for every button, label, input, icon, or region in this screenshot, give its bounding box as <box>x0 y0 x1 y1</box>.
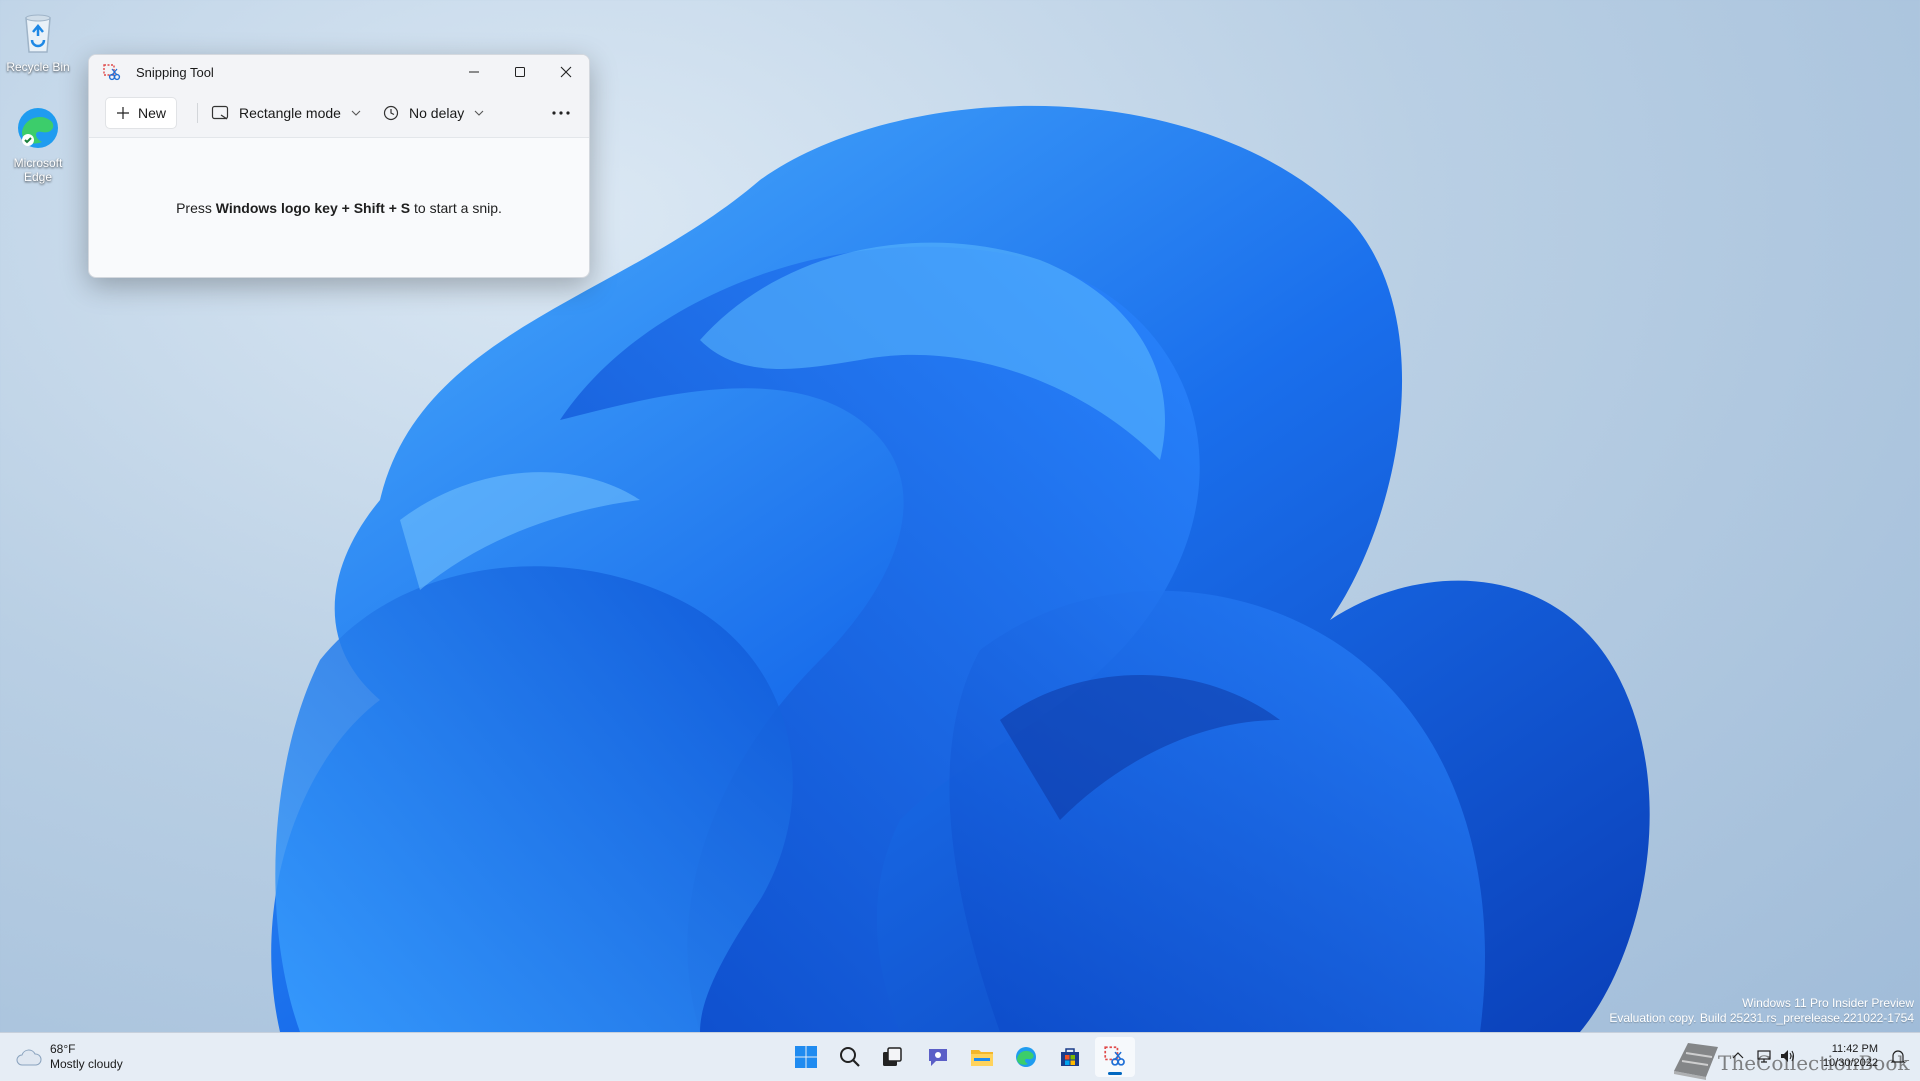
snipping-tool-window: Snipping Tool New Rectangle mode No dela… <box>88 54 590 278</box>
task-view-icon <box>883 1047 902 1066</box>
snip-mode-label: Rectangle mode <box>239 105 341 121</box>
close-button[interactable] <box>543 55 589 89</box>
store-icon <box>1061 1048 1079 1066</box>
toolbar-divider <box>197 103 198 123</box>
snipping-tool-icon <box>1104 1046 1125 1066</box>
taskbar-edge-button[interactable] <box>1006 1037 1046 1077</box>
edge-icon <box>14 104 62 152</box>
keyboard-shortcut: Windows logo key + Shift + S <box>215 199 411 216</box>
desktop-icon-recycle-bin[interactable]: Recycle Bin <box>0 8 76 74</box>
plus-icon <box>117 107 129 119</box>
weather-widget[interactable]: 68°F Mostly cloudy <box>16 1041 123 1073</box>
taskbar-chat-button[interactable] <box>918 1037 958 1077</box>
clock-time: 11:42 PM <box>1831 1043 1878 1055</box>
clock-icon <box>383 105 399 121</box>
chevron-down-icon <box>474 110 484 116</box>
new-snip-button[interactable]: New <box>105 97 177 129</box>
taskbar-file-explorer-button[interactable] <box>962 1037 1002 1077</box>
instruction-suffix: to start a snip. <box>410 199 502 216</box>
desktop-icon-label: Recycle Bin <box>6 60 70 74</box>
active-app-indicator <box>1108 1072 1122 1075</box>
taskbar-start-button[interactable] <box>786 1037 826 1077</box>
notification-icon[interactable] <box>1890 1049 1906 1065</box>
clock[interactable]: 11:42 PM 10/30/2022 <box>1823 1042 1878 1070</box>
desktop-icon-label: Microsoft Edge <box>13 156 63 184</box>
minimize-button[interactable] <box>451 55 497 89</box>
more-options-button[interactable] <box>545 97 577 129</box>
new-snip-label: New <box>138 105 167 121</box>
cloud-icon <box>16 1049 42 1066</box>
rectangle-mode-icon <box>211 105 229 120</box>
chevron-down-icon <box>351 110 361 116</box>
windows-start-icon <box>795 1046 817 1068</box>
title-bar[interactable]: Snipping Tool <box>89 55 589 89</box>
watermark-edition: Windows 11 Pro Insider Preview <box>1742 996 1914 1010</box>
build-watermark: Windows 11 Pro Insider Preview Evaluatio… <box>1609 996 1914 1026</box>
close-icon <box>560 66 572 78</box>
volume-icon[interactable] <box>1780 1049 1796 1063</box>
more-options-icon <box>552 111 570 115</box>
snip-mode-dropdown[interactable]: Rectangle mode <box>211 97 361 129</box>
window-title: Snipping Tool <box>136 65 214 80</box>
taskbar-search-button[interactable] <box>830 1037 870 1077</box>
chat-icon <box>929 1049 947 1066</box>
desktop: Recycle Bin Microsoft Edge Snipping Tool… <box>0 0 1920 1032</box>
maximize-icon <box>515 67 525 77</box>
watermark-build: Evaluation copy. Build 25231.rs_prerelea… <box>1609 1011 1914 1025</box>
recycle-bin-icon <box>14 8 62 56</box>
snip-instructions: Press Windows logo key + Shift + S to st… <box>89 138 589 277</box>
minimize-icon <box>469 71 479 73</box>
edge-icon <box>1016 1047 1036 1067</box>
clock-date: 10/30/2022 <box>1822 1057 1878 1069</box>
taskbar: 68°F Mostly cloudy TheCollectionBook 11:… <box>0 1032 1920 1081</box>
site-watermark-text: TheCollectionBook <box>1718 1051 1910 1075</box>
folder-icon <box>971 1050 993 1066</box>
desktop-icon-edge[interactable]: Microsoft Edge <box>0 104 76 184</box>
network-icon[interactable] <box>1756 1049 1772 1063</box>
snip-delay-label: No delay <box>409 105 465 121</box>
search-icon <box>840 1047 860 1067</box>
taskbar-store-button[interactable] <box>1050 1037 1090 1077</box>
toolbar: New Rectangle mode No delay <box>89 89 589 138</box>
book-icon <box>1674 1043 1718 1080</box>
maximize-button[interactable] <box>497 55 543 89</box>
taskbar-task-view-button[interactable] <box>872 1037 912 1077</box>
weather-temperature: 68°F <box>50 1042 76 1056</box>
taskbar-snipping-tool-button[interactable] <box>1095 1037 1135 1077</box>
instruction-prefix: Press <box>176 199 216 216</box>
snip-delay-dropdown[interactable]: No delay <box>383 97 484 129</box>
weather-condition: Mostly cloudy <box>50 1057 123 1071</box>
chevron-up-icon[interactable] <box>1732 1051 1744 1059</box>
snipping-tool-icon <box>103 64 121 82</box>
